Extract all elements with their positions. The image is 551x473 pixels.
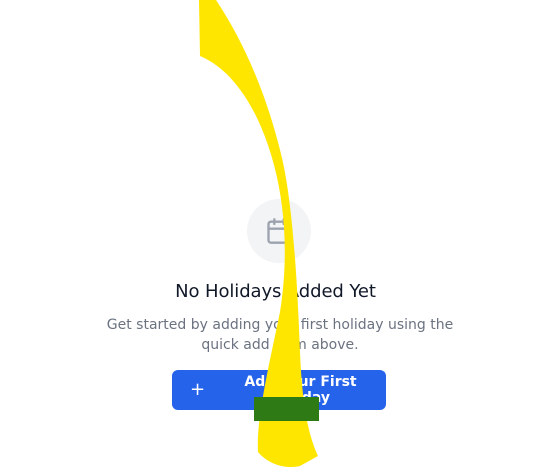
empty-state-description: Get started by adding your first holiday… [106,317,454,353]
plus-icon: + [190,379,206,400]
calendar-icon [267,218,291,244]
page: No Holidays Added Yet Get started by add… [0,0,551,473]
empty-state-title: No Holidays Added Yet [175,281,376,302]
empty-state: No Holidays Added Yet Get started by add… [0,0,551,473]
add-first-holiday-button[interactable]: + Add Your First Holiday [172,370,386,410]
calendar-icon-container [247,199,311,263]
add-first-holiday-label: Add Your First Holiday [244,374,357,406]
